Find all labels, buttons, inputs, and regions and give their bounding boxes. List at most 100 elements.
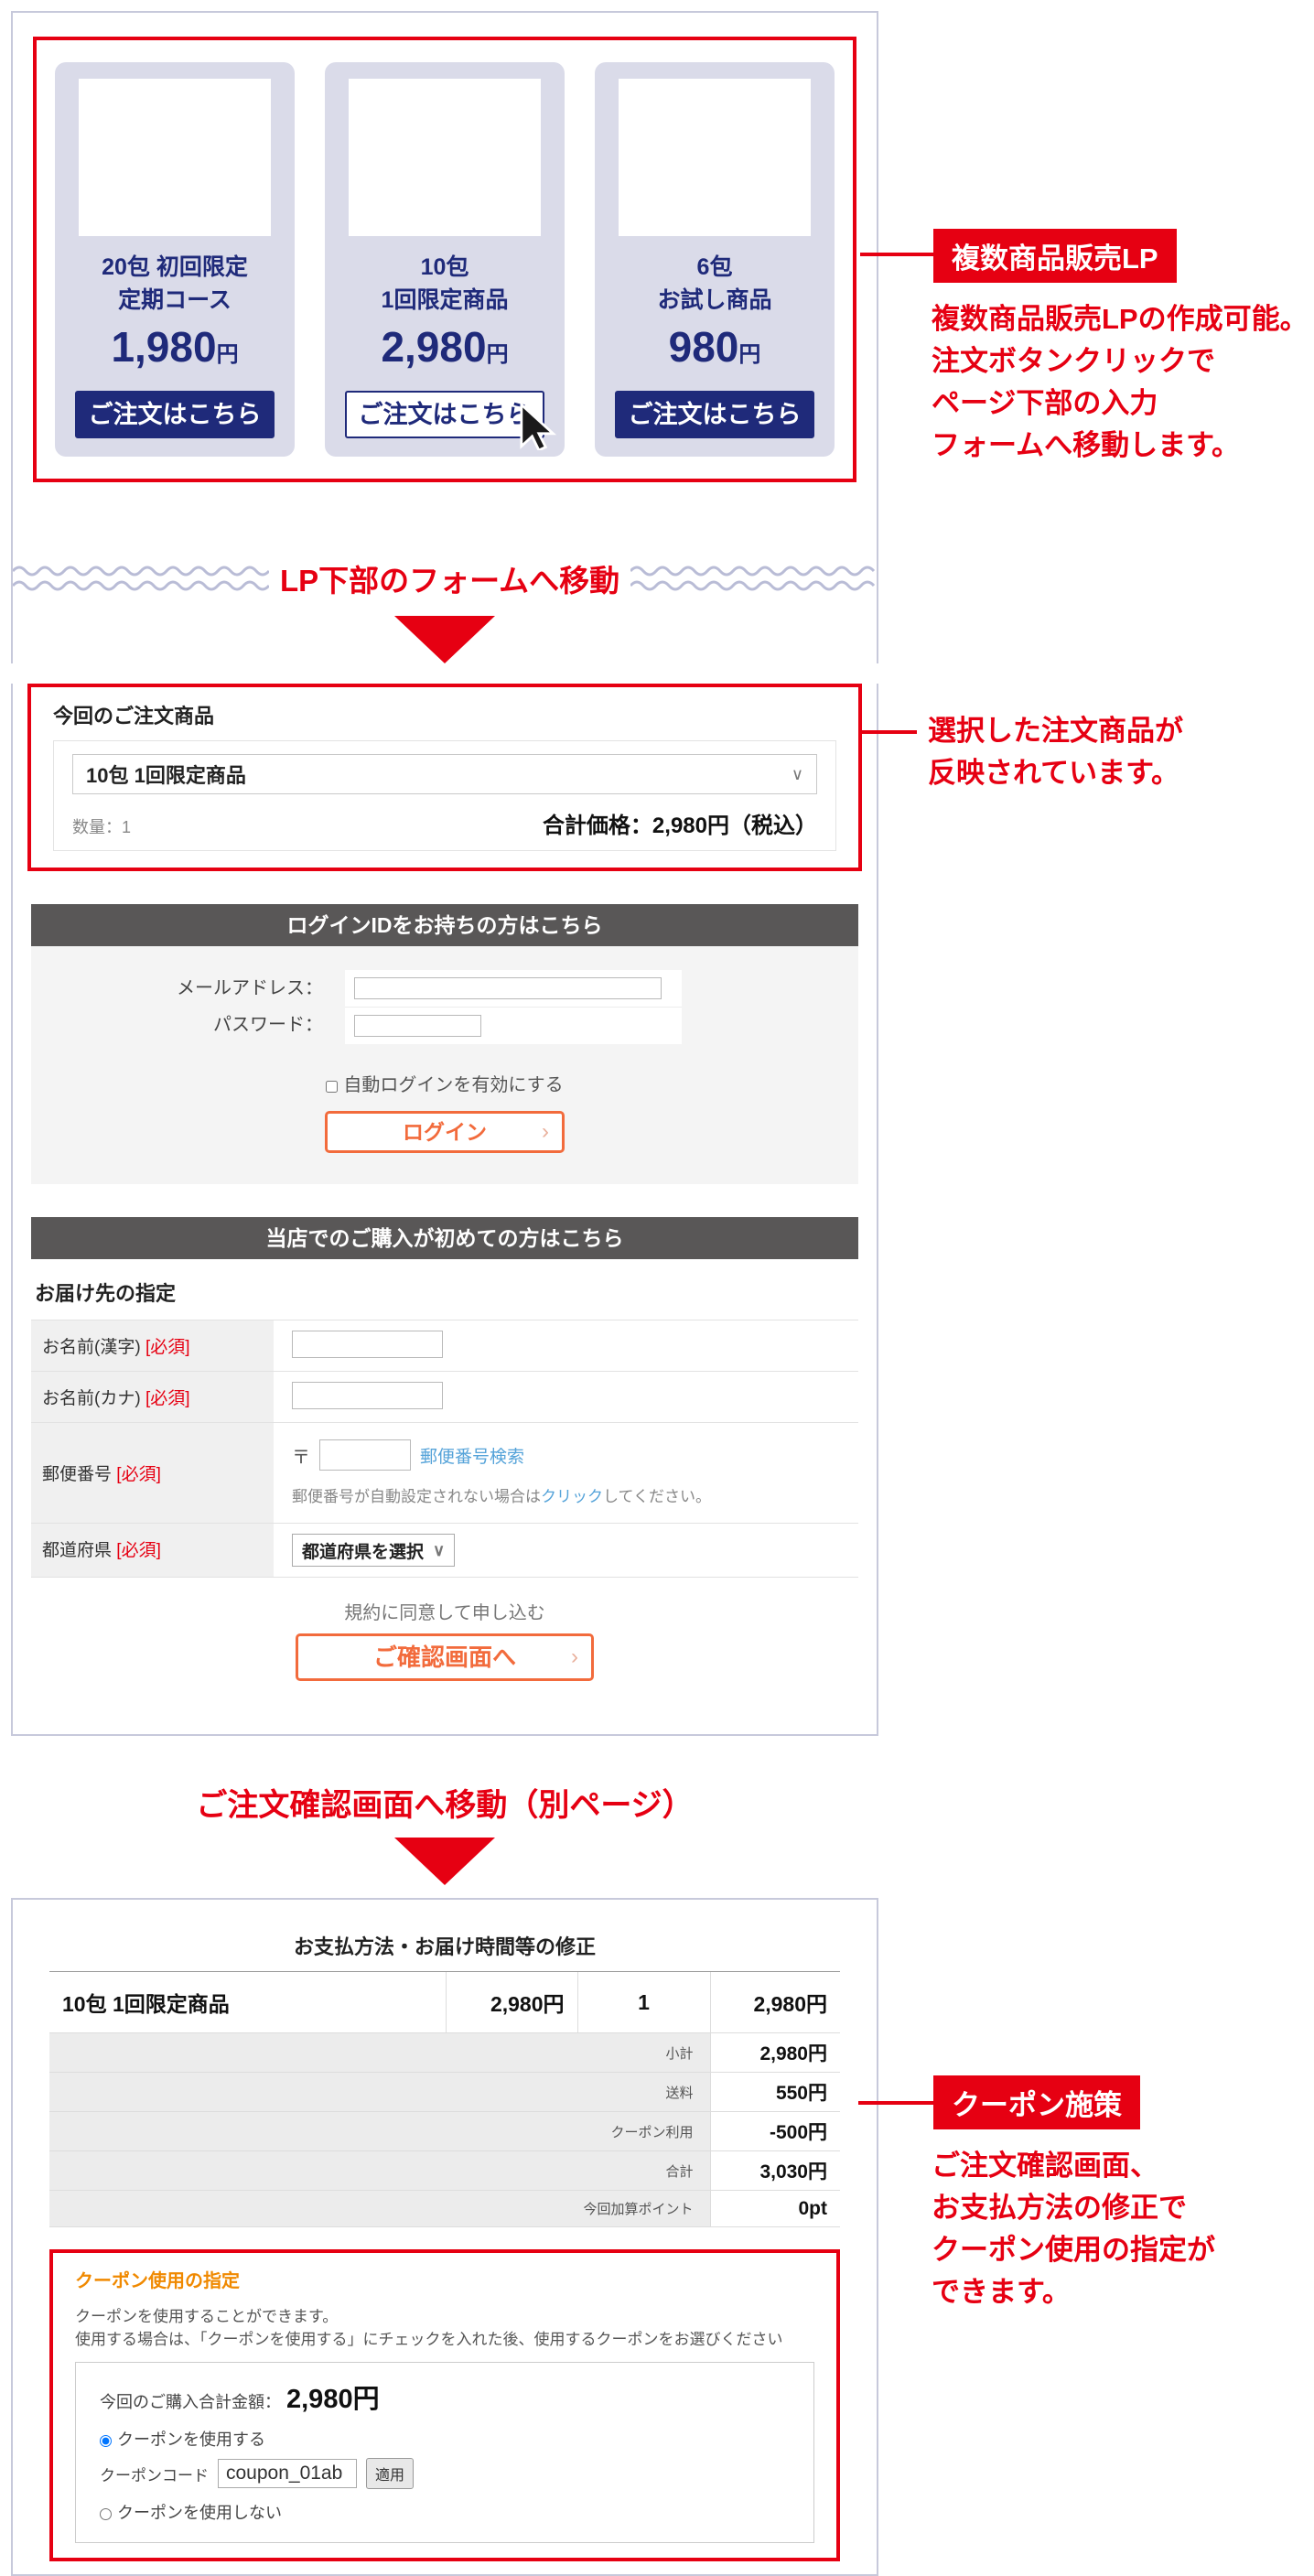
order-button[interactable]: ご注文はこちら <box>345 391 557 452</box>
table-row-total: 合計 3,030円 <box>49 2150 840 2191</box>
order-product-title: 今回のご注文商品 <box>53 705 215 728</box>
connector-line <box>860 730 917 734</box>
product-name: 10包 1回限定商品 <box>381 254 509 313</box>
signup-section-header: 当店でのご購入が初めての方はこちら <box>31 1217 858 1259</box>
postal-label: 郵便番号 <box>42 1465 113 1484</box>
auto-login-label: 自動ログインを有効にする <box>343 1075 564 1095</box>
purchase-total-row: 今回のご購入合計金額： 2,980円 <box>100 2385 380 2414</box>
item-total: 2,980円 <box>709 1972 840 2033</box>
signup-section: 当店でのご購入が初めての方はこちら お届け先の指定 お名前(漢字) [必須] お… <box>31 1217 858 1681</box>
annotation-badge-lp: 複数商品販売LP <box>933 229 1177 283</box>
item-qty: 1 <box>576 1972 710 2033</box>
coupon-code-label: クーポンコード <box>100 2466 209 2484</box>
annotation-badge-coupon: クーポン施策 <box>933 2075 1140 2129</box>
prefecture-select[interactable]: 都道府県を選択 ∨ <box>292 1534 456 1567</box>
postal-row: 郵便番号 [必須] 〒 郵便番号検索 郵便番号が自動設定されない場合はクリックし… <box>31 1423 858 1524</box>
order-summary-table: 10包 1回限定商品 2,980円 1 2,980円 小計 2,980円 送料 … <box>49 1972 840 2227</box>
postal-help-text: 郵便番号が自動設定されない場合はクリックしてください。 <box>292 1488 711 1505</box>
postal-code-field[interactable] <box>319 1439 411 1471</box>
name-kana-field[interactable] <box>292 1382 443 1409</box>
coupon-description: クーポンを使用することができます。 使用する場合は、「クーポンを使用する」にチェ… <box>75 2308 783 2348</box>
product-card-onetime: 10包 1回限定商品 2,980円 ご注文はこちら <box>325 62 565 457</box>
prefecture-label: 都道府県 <box>42 1541 113 1560</box>
products-highlight-frame: 20包 初回限定 定期コース 1,980円 ご注文はこちら 10包 1回限定商品 2… <box>33 37 856 482</box>
use-coupon-label: クーポンを使用する <box>117 2430 265 2449</box>
tear-label: LP下部のフォームへ移動 <box>280 564 620 598</box>
auto-login-row: 自動ログインを有効にする <box>31 1070 858 1096</box>
postal-mark: 〒 <box>292 1447 310 1468</box>
password-field[interactable] <box>354 1015 481 1037</box>
shipping-label: 送料 <box>49 2072 710 2112</box>
table-row-shipping: 送料 550円 <box>49 2072 840 2112</box>
apply-coupon-button[interactable]: 適用 <box>366 2458 415 2489</box>
no-coupon-radio[interactable] <box>100 2508 112 2520</box>
annotation-text-lp: 複数商品販売LPの作成可能。 注文ボタンクリックで ページ下部の入力 フォームへ… <box>932 303 1309 461</box>
to-confirmation-label: ご注文確認画面へ移動（別ページ） <box>196 1788 694 1823</box>
payment-edit-title: お支払方法・お届け時間等の修正 <box>49 1931 840 1972</box>
name-kana-row: お名前(カナ) [必須] <box>31 1372 858 1423</box>
annotation-text-coupon: ご注文確認画面、 お支払方法の修正で クーポン使用の指定が できます。 <box>932 2150 1215 2308</box>
coupon-heading: クーポン使用の指定 <box>75 2271 240 2291</box>
grand-total-value: 3,030円 <box>709 2150 840 2191</box>
confirm-screen-button[interactable]: ご確認画面へ › <box>296 1633 594 1681</box>
product-image-placeholder <box>349 79 541 236</box>
email-label: メールアドレス： <box>177 978 323 998</box>
product-price: 2,980円 <box>381 323 509 371</box>
use-coupon-row: クーポンを使用する <box>100 2427 790 2451</box>
points-label: 今回加算ポイント <box>49 2190 710 2227</box>
product-price: 980円 <box>668 323 761 371</box>
table-row-points: 今回加算ポイント 0pt <box>49 2190 840 2227</box>
order-product-select-value: 10包 1回限定商品 <box>86 764 246 787</box>
item-name: 10包 1回限定商品 <box>49 1972 446 2033</box>
login-button[interactable]: ログイン › <box>325 1111 565 1153</box>
tear-wave-right-icon <box>630 566 876 591</box>
agree-terms-text: 規約に同意して申し込む <box>344 1603 545 1623</box>
password-label: パスワード： <box>213 1015 323 1035</box>
points-value: 0pt <box>709 2190 840 2227</box>
name-kanji-row: お名前(漢字) [必須] <box>31 1320 858 1372</box>
no-coupon-row: クーポンを使用しない <box>100 2500 790 2524</box>
coupon-code-field[interactable] <box>218 2459 357 2488</box>
coupon-panel: 今回のご購入合計金額：2,980円 クーポンを使用する クーポンコード 適用 ク… <box>75 2362 814 2543</box>
coupon-used-label: クーポン利用 <box>49 2111 710 2151</box>
product-card-subscription: 20包 初回限定 定期コース 1,980円 ご注文はこちら <box>55 62 295 457</box>
chevron-right-icon: › <box>571 1644 578 1669</box>
no-coupon-label: クーポンを使用しない <box>117 2504 282 2522</box>
coupon-frame: クーポン使用の指定 クーポンを使用することができます。 使用する場合は、「クーポ… <box>49 2249 840 2561</box>
order-product-frame: 今回のご注文商品 10包 1回限定商品 ∨ 数量：1 合計価格：2,980円（税… <box>27 684 862 871</box>
connector-line <box>860 253 933 256</box>
order-button[interactable]: ご注文はこちら <box>615 391 814 438</box>
product-image-placeholder <box>79 79 271 236</box>
coupon-used-value: -500円 <box>709 2111 840 2151</box>
required-badge: [必須] <box>116 1465 161 1484</box>
order-button[interactable]: ご注文はこちら <box>75 391 275 438</box>
product-image-placeholder <box>619 79 811 236</box>
product-price: 1,980円 <box>111 323 239 371</box>
postal-help-link[interactable]: クリック <box>541 1488 603 1505</box>
chevron-down-icon: ∨ <box>433 1540 446 1559</box>
email-row: メールアドレス： <box>31 970 858 1007</box>
shipping-subtitle: お届け先の指定 <box>35 1282 177 1305</box>
down-arrow-icon <box>394 616 495 663</box>
shipping-form-table: お名前(漢字) [必須] お名前(カナ) [必須] 郵便番号 [必須] 〒 郵便… <box>31 1320 858 1578</box>
table-row-coupon: クーポン利用 -500円 <box>49 2111 840 2151</box>
quantity-text: 数量：1 <box>72 818 132 836</box>
product-name: 20包 初回限定 定期コース <box>102 254 248 313</box>
tear-wave-left-icon <box>13 566 269 591</box>
use-coupon-radio[interactable] <box>100 2435 112 2447</box>
mouse-cursor-icon <box>512 401 559 464</box>
lp-page-top: 20包 初回限定 定期コース 1,980円 ご注文はこちら 10包 1回限定商品 2… <box>11 11 878 663</box>
email-field[interactable] <box>354 977 662 999</box>
purchase-total-value: 2,980円 <box>286 2385 380 2414</box>
required-badge: [必須] <box>145 1338 190 1357</box>
password-row: パスワード： <box>31 1007 858 1044</box>
name-kanji-field[interactable] <box>292 1331 443 1358</box>
postal-search-link[interactable]: 郵便番号検索 <box>420 1443 524 1468</box>
item-price: 2,980円 <box>445 1972 577 2033</box>
chevron-down-icon: ∨ <box>791 764 803 783</box>
table-row-item: 10包 1回限定商品 2,980円 1 2,980円 <box>49 1972 840 2033</box>
order-product-select[interactable]: 10包 1回限定商品 ∨ <box>72 754 817 794</box>
chevron-right-icon: › <box>542 1119 549 1144</box>
main-column: 20包 初回限定 定期コース 1,980円 ご注文はこちら 10包 1回限定商品 2… <box>11 11 878 2576</box>
auto-login-checkbox[interactable] <box>326 1081 339 1093</box>
